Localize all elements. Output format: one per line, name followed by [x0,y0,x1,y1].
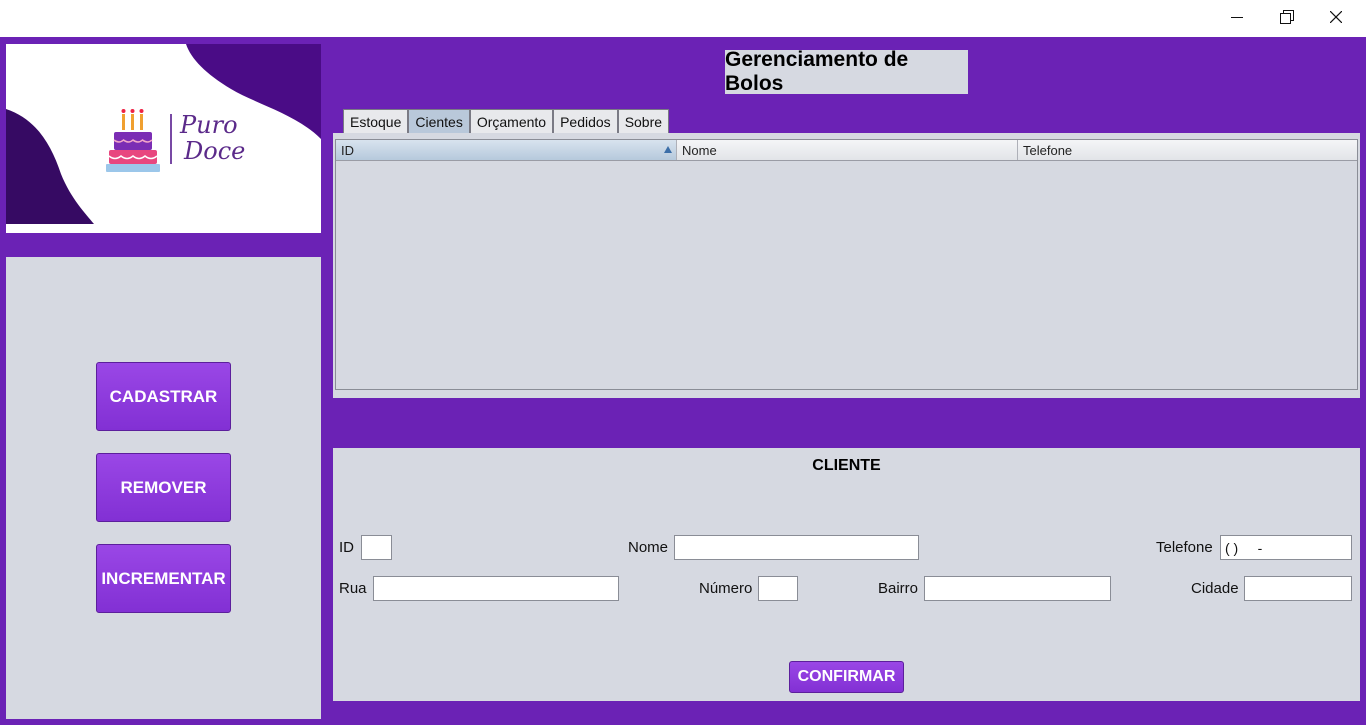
table-body[interactable] [336,161,1357,389]
restore-icon[interactable] [1264,0,1310,34]
cake-icon [106,109,160,172]
column-header-label: ID [341,142,354,158]
column-header-id[interactable]: ID [336,140,677,160]
tab-clientes[interactable]: Cientes [408,109,470,133]
table-header: ID Nome Telefone [336,140,1357,161]
cidade-label: Cidade [1191,579,1239,597]
client-form: CLIENTE ID Nome Telefone Rua Número Bair… [333,448,1360,701]
tab-orcamento[interactable]: Orçamento [469,109,554,133]
tab-sobre[interactable]: Sobre [617,109,670,133]
bairro-field[interactable] [924,576,1111,601]
logo-panel: Puro Doce [6,44,321,233]
close-icon[interactable] [1313,0,1359,34]
form-title: CLIENTE [812,457,881,474]
minimize-icon[interactable] [1214,0,1260,34]
numero-field[interactable] [758,576,798,601]
rua-field[interactable] [373,576,619,601]
page-title: Gerenciamento de Bolos [725,48,968,95]
table-panel: ID Nome Telefone [333,133,1360,398]
nome-field[interactable] [674,535,919,560]
side-panel: CADASTRAR REMOVER INCREMENTAR [6,257,321,719]
nome-label: Nome [628,538,669,556]
cadastrar-button[interactable]: CADASTRAR [96,362,231,431]
telefone-label: Telefone [1156,538,1213,556]
tab-bar: Estoque Cientes Orçamento Pedidos Sobre [343,109,670,133]
window-titlebar [0,0,1366,37]
logo-line1: Puro [180,111,238,139]
telefone-field[interactable] [1220,535,1352,560]
rua-label: Rua [339,579,367,597]
logo-image [6,44,321,224]
tab-estoque[interactable]: Estoque [343,109,409,133]
numero-label: Número [699,579,753,597]
logo-line2: Doce [184,137,246,165]
clients-table[interactable]: ID Nome Telefone [335,139,1358,390]
sort-ascending-icon [664,146,672,153]
column-header-label: Nome [682,142,717,158]
id-field[interactable] [361,535,392,560]
tab-pedidos[interactable]: Pedidos [553,109,618,133]
logo-text: Puro Doce [180,112,245,164]
column-header-nome[interactable]: Nome [677,140,1018,160]
bairro-label: Bairro [878,579,919,597]
column-header-telefone[interactable]: Telefone [1018,140,1357,160]
incrementar-button[interactable]: INCREMENTAR [96,544,231,613]
remover-button[interactable]: REMOVER [96,453,231,522]
column-header-label: Telefone [1023,142,1073,158]
cidade-field[interactable] [1244,576,1352,601]
confirm-button[interactable]: CONFIRMAR [789,661,904,693]
id-label: ID [339,538,354,556]
